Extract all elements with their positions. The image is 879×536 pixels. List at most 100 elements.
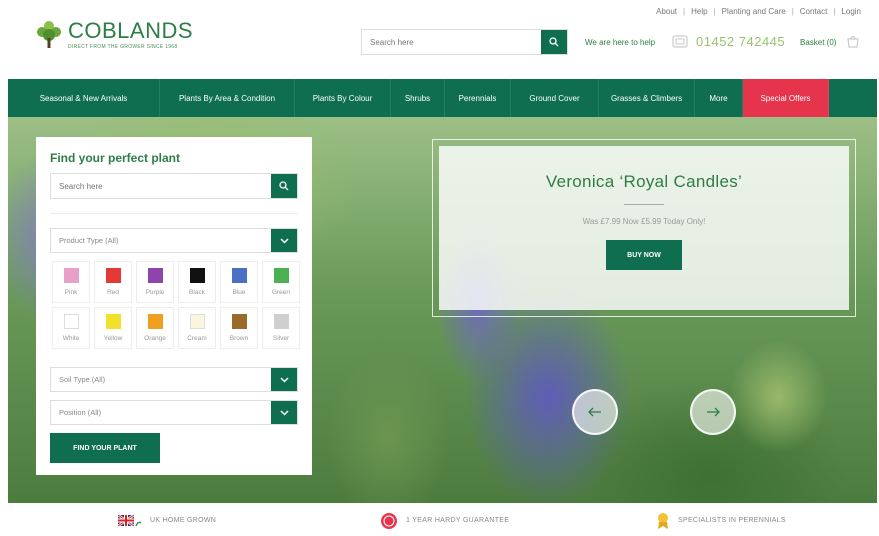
planting-care-link[interactable]: Planting and Care [722, 7, 786, 16]
product-type-label: Product Type (All) [59, 236, 119, 245]
usp-label: UK HOME GROWN [150, 517, 217, 524]
soil-type-select[interactable]: Soil Type (All) [50, 367, 298, 392]
help-text: We are here to help [585, 38, 656, 47]
login-link[interactable]: Login [841, 7, 861, 16]
logo[interactable]: COBLANDS DIRECT FROM THE GROWER SINCE 19… [36, 20, 193, 50]
phone-icon [672, 35, 688, 48]
colour-chip [105, 314, 121, 329]
colour-label: Green [271, 289, 291, 296]
colour-label: Red [107, 289, 119, 296]
buy-now-button[interactable]: BUY NOW [606, 240, 682, 270]
search-button[interactable] [541, 30, 567, 54]
usp-home-grown: UK HOME GROWN [118, 513, 216, 529]
nav-shrubs[interactable]: Shrubs [391, 79, 445, 117]
separator: | [791, 7, 794, 16]
soil-type-label: Soil Type (All) [59, 375, 106, 384]
union-flag-icon [118, 513, 142, 527]
basket-link[interactable]: Basket (0) [800, 38, 836, 47]
usp-specialists: SPECIALISTS IN PERENNIALS [656, 512, 786, 530]
colour-swatch-pink[interactable]: Pink [52, 261, 90, 303]
colour-chip [105, 268, 121, 283]
promo-price: Was £7.99 Now £5.99 Today Only! [582, 217, 706, 226]
position-select[interactable]: Position (All) [50, 400, 298, 425]
colour-label: Black [189, 289, 205, 296]
colour-chip [231, 268, 247, 283]
help-link[interactable]: Help [691, 7, 707, 16]
colour-picker: Pink Red Purple Black Blue Green White Yellow Or… [52, 261, 300, 349]
colour-swatch-brown[interactable]: Brown [220, 307, 258, 349]
find-plant-button[interactable]: FIND YOUR PLANT [50, 433, 160, 463]
usp-bar: UK HOME GROWN 1 YEAR HARDY GUARANTEE SPE… [0, 505, 879, 536]
colour-label: Cream [187, 335, 207, 342]
promo-content: Veronica ‘Royal Candles’ Was £7.99 Now £… [439, 146, 849, 310]
colour-swatch-black[interactable]: Black [178, 261, 216, 303]
nav-special-offers[interactable]: Special Offers [743, 79, 829, 117]
main-nav: Seasonal & New Arrivals Plants By Area &… [8, 79, 877, 117]
colour-chip [273, 314, 289, 329]
tree-icon [37, 21, 61, 48]
divider [624, 204, 664, 205]
usp-guarantee: 1 YEAR HARDY GUARANTEE [380, 512, 509, 530]
chevron-down-icon [271, 229, 297, 252]
colour-label: Purple [145, 289, 165, 296]
usp-label: 1 YEAR HARDY GUARANTEE [406, 517, 510, 524]
nav-more[interactable]: More [695, 79, 743, 117]
colour-swatch-cream[interactable]: Cream [178, 307, 216, 349]
chevron-down-icon [271, 368, 297, 391]
search-icon [549, 37, 559, 47]
nav-ground-cover[interactable]: Ground Cover [511, 79, 599, 117]
basket-icon[interactable] [846, 34, 860, 48]
colour-label: Yellow [103, 335, 123, 342]
colour-label: Blue [232, 289, 246, 296]
colour-chip [189, 314, 205, 329]
separator: | [833, 7, 836, 16]
guarantee-badge-icon [381, 512, 397, 529]
slider-next-button[interactable] [690, 389, 736, 435]
nav-seasonal[interactable]: Seasonal & New Arrivals [8, 79, 160, 117]
separator: | [683, 7, 686, 16]
colour-swatch-silver[interactable]: Silver [262, 307, 300, 349]
award-ribbon-icon [658, 512, 668, 529]
phone-number[interactable]: 01452 742445 [696, 34, 785, 49]
colour-swatch-yellow[interactable]: Yellow [94, 307, 132, 349]
colour-swatch-green[interactable]: Green [262, 261, 300, 303]
logo-tagline: DIRECT FROM THE GROWER SINCE 1968 [68, 44, 178, 50]
colour-chip [147, 314, 163, 329]
colour-swatch-red[interactable]: Red [94, 261, 132, 303]
colour-chip [147, 268, 163, 283]
position-label: Position (All) [59, 408, 102, 417]
nav-area-condition[interactable]: Plants By Area & Condition [160, 79, 295, 117]
colour-chip [189, 268, 205, 283]
colour-label: White [62, 335, 80, 342]
contact-link[interactable]: Contact [800, 7, 828, 16]
search-input[interactable] [362, 30, 541, 54]
plant-finder: Find your perfect plant Product Type (Al… [36, 137, 312, 475]
slider-prev-button[interactable] [572, 389, 618, 435]
nav-perennials[interactable]: Perennials [445, 79, 511, 117]
colour-swatch-purple[interactable]: Purple [136, 261, 174, 303]
finder-search [50, 173, 298, 199]
product-type-select[interactable]: Product Type (All) [50, 228, 298, 253]
hero-banner: Find your perfect plant Product Type (Al… [8, 117, 877, 503]
header-search [361, 29, 568, 55]
finder-search-button[interactable] [271, 174, 297, 198]
colour-label: Brown [229, 335, 249, 342]
colour-chip [63, 268, 79, 283]
colour-chip [231, 314, 247, 329]
nav-grasses-climbers[interactable]: Grasses & Climbers [599, 79, 695, 117]
nav-colour[interactable]: Plants By Colour [295, 79, 391, 117]
about-link[interactable]: About [656, 7, 677, 16]
logo-text: COBLANDS [68, 18, 194, 43]
promo-box: Veronica ‘Royal Candles’ Was £7.99 Now £… [432, 139, 856, 317]
colour-chip [63, 314, 79, 329]
colour-swatch-blue[interactable]: Blue [220, 261, 258, 303]
colour-chip [273, 268, 289, 283]
finder-search-input[interactable] [51, 174, 271, 198]
colour-swatch-white[interactable]: White [52, 307, 90, 349]
colour-label: Silver [272, 335, 290, 342]
separator: | [713, 7, 716, 16]
utility-links: About | Help | Planting and Care | Contact |… [656, 7, 861, 16]
finder-title: Find your perfect plant [50, 151, 181, 165]
colour-swatch-orange[interactable]: Orange [136, 307, 174, 349]
colour-label: Pink [64, 289, 78, 296]
